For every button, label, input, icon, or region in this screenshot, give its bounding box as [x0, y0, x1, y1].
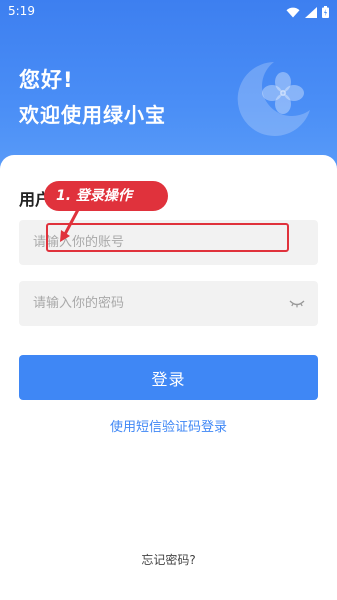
- header-banner: 5:19 您好! 欢迎使用绿小宝: [0, 0, 337, 175]
- greeting-subtitle: 欢迎使用绿小宝: [19, 103, 166, 127]
- greeting-title: 您好!: [19, 68, 74, 92]
- status-bar: 5:19: [0, 0, 337, 24]
- annotation-label: 1. 登录操作: [44, 181, 168, 211]
- battery-icon: [322, 6, 329, 18]
- login-button[interactable]: 登录: [19, 355, 318, 400]
- status-icons: [286, 5, 329, 19]
- clover-moon-logo-icon: [237, 62, 310, 136]
- wifi-icon: [286, 7, 300, 17]
- sms-login-link[interactable]: 使用短信验证码登录: [0, 416, 337, 435]
- password-input[interactable]: [19, 281, 318, 326]
- forgot-password-link[interactable]: 忘记密码?: [0, 551, 337, 568]
- status-time: 5:19: [8, 4, 35, 18]
- eye-closed-icon[interactable]: [289, 296, 305, 310]
- password-field[interactable]: [19, 281, 318, 326]
- signal-icon: [305, 6, 317, 18]
